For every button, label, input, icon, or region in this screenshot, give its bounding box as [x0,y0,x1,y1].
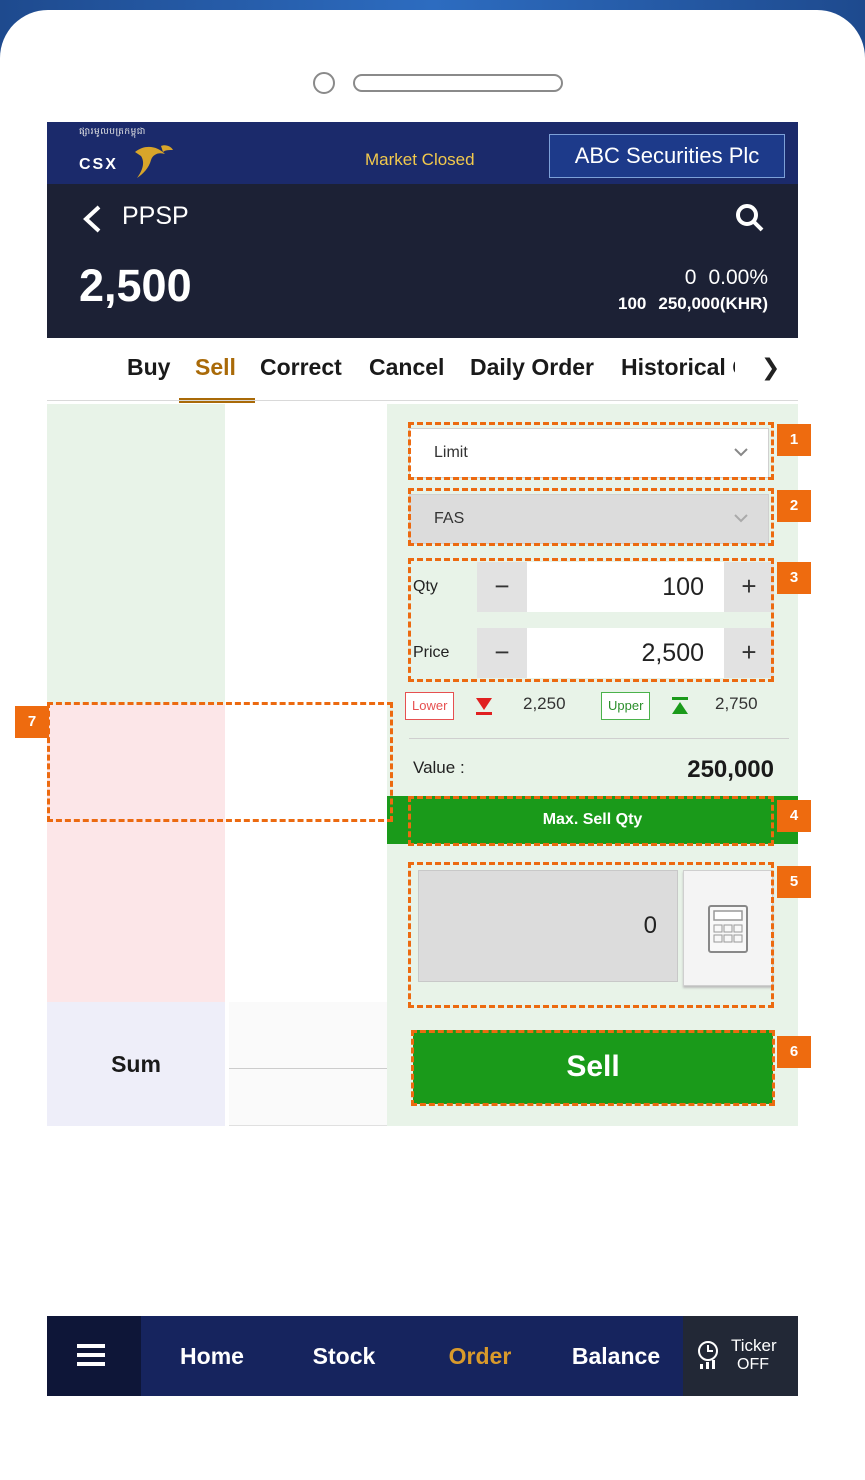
app-header: ផ្សារមូលបត្រកម្ពុជា CSX Market Closed AB… [47,122,798,184]
trade-volume: 100 [618,294,647,313]
annotation-number-5: 5 [777,866,811,898]
bird-logo-icon [135,145,173,178]
annotation-number-1: 1 [777,424,811,456]
ask-row[interactable] [47,644,387,704]
trade-turnover: 250,000(KHR) [658,294,768,313]
upper-limit-badge: Upper [601,692,651,720]
nav-stock[interactable]: Stock [279,1316,409,1396]
sum-row: Sum [47,1002,387,1126]
account-type-value: FAS [434,510,465,527]
menu-button[interactable] [47,1316,141,1396]
value-label: Value : [413,758,465,777]
tab-buy[interactable]: Buy [127,354,170,381]
ticker-state: OFF [737,1356,769,1373]
sell-button[interactable]: Sell [413,1030,773,1104]
search-icon[interactable] [735,203,765,233]
upper-limit-value: 2,750 [715,694,758,713]
market-status: Market Closed [365,150,475,169]
order-tabs: Buy Sell Correct Cancel Daily Order Hist… [47,338,798,404]
speaker-slot [353,74,563,92]
bid-row[interactable] [47,884,387,944]
calculator-icon [708,905,748,953]
sum-label: Sum [47,1002,225,1126]
volume-line: 100 250,000(KHR) [606,294,768,314]
qty-plus-button[interactable]: + [724,562,774,612]
bid-row[interactable] [47,704,387,764]
tab-sell[interactable]: Sell [195,354,236,381]
ask-row[interactable] [47,584,387,644]
bid-row[interactable] [47,764,387,824]
order-form-panel: Limit FAS Qty − 100 + Price − 2,500 + Lo… [387,404,798,1126]
ask-row[interactable] [47,404,387,464]
price-minus-button[interactable]: − [477,628,527,678]
ask-row[interactable] [47,524,387,584]
bottom-nav: Home Stock Order Balance Ticker OFF [47,1316,798,1396]
price-change-line: 0 0.00% [673,266,768,290]
annotation-number-4: 4 [777,800,811,832]
annotation-number-6: 6 [777,1036,811,1068]
sum-divider [229,1068,387,1069]
broker-name-box[interactable]: ABC Securities Plc [549,134,785,178]
price-limits: Lower 2,250 Upper 2,750 [405,692,775,722]
max-sell-qty-display: 0 [418,870,678,982]
price-change: 0 [684,266,697,289]
annotation-number-3: 3 [777,562,811,594]
stock-symbol[interactable]: PPSP [122,202,189,231]
nav-home[interactable]: Home [147,1316,277,1396]
logo-text: CSX [79,156,118,173]
qty-minus-button[interactable]: − [477,562,527,612]
annotation-number-2: 2 [777,490,811,522]
ticker-label: Ticker [731,1336,777,1355]
stock-title-bar: PPSP 2,500 0 0.00% 100 250,000(KHR) [47,184,798,338]
order-value-amount: 250,000 [687,756,774,783]
tab-daily-order[interactable]: Daily Order [470,354,594,381]
ask-row[interactable] [47,464,387,524]
ticker-toggle[interactable]: Ticker OFF [683,1316,798,1396]
logo-khmer-text: ផ្សារមូលបត្រកម្ពុជា [79,126,146,136]
order-type-select[interactable]: Limit [409,428,769,478]
max-sell-qty-button[interactable]: Max. Sell Qty [387,796,798,844]
tabs-more-chevron-icon[interactable]: ❯ [761,354,780,381]
back-chevron-icon[interactable] [81,204,103,234]
tabs-divider [47,400,798,401]
calculator-button[interactable] [683,870,773,986]
value-divider [409,738,789,739]
price-change-pct: 0.00% [708,266,768,289]
lower-limit-value: 2,250 [523,694,566,713]
triangle-up-icon [672,697,688,714]
bid-row[interactable] [47,944,387,1004]
lower-limit-badge: Lower [405,692,455,720]
account-type-select[interactable]: FAS [409,494,769,544]
app-screen: ផ្សារមូលបត្រកម្ពុជា CSX Market Closed AB… [47,122,798,1396]
order-book: Sum [47,404,387,1126]
menu-icon [77,1344,105,1366]
qty-label: Qty [413,578,438,595]
camera-dot [313,72,335,94]
price-plus-button[interactable]: + [724,628,774,678]
chevron-down-icon [734,514,748,523]
qty-input[interactable]: 100 [527,562,724,612]
csx-logo: ផ្សារមូលបត្រកម្ពុជា CSX [79,126,189,180]
tab-historical-order[interactable]: Historical Order [621,354,735,388]
ticker-icon [698,1341,718,1369]
price-input[interactable]: 2,500 [527,628,724,678]
sum-values-cell [229,1002,387,1126]
annotation-number-7: 7 [15,706,49,738]
current-price: 2,500 [79,260,192,311]
bid-row[interactable] [47,824,387,884]
tab-correct[interactable]: Correct [260,354,342,381]
nav-order[interactable]: Order [415,1316,545,1396]
tab-cancel[interactable]: Cancel [369,354,444,381]
triangle-down-icon [476,698,492,715]
order-type-value: Limit [434,444,468,461]
price-stepper[interactable]: − 2,500 + [477,628,774,678]
qty-stepper[interactable]: − 100 + [477,562,774,612]
price-label: Price [413,644,450,661]
nav-balance[interactable]: Balance [551,1316,681,1396]
chevron-down-icon [734,448,748,457]
